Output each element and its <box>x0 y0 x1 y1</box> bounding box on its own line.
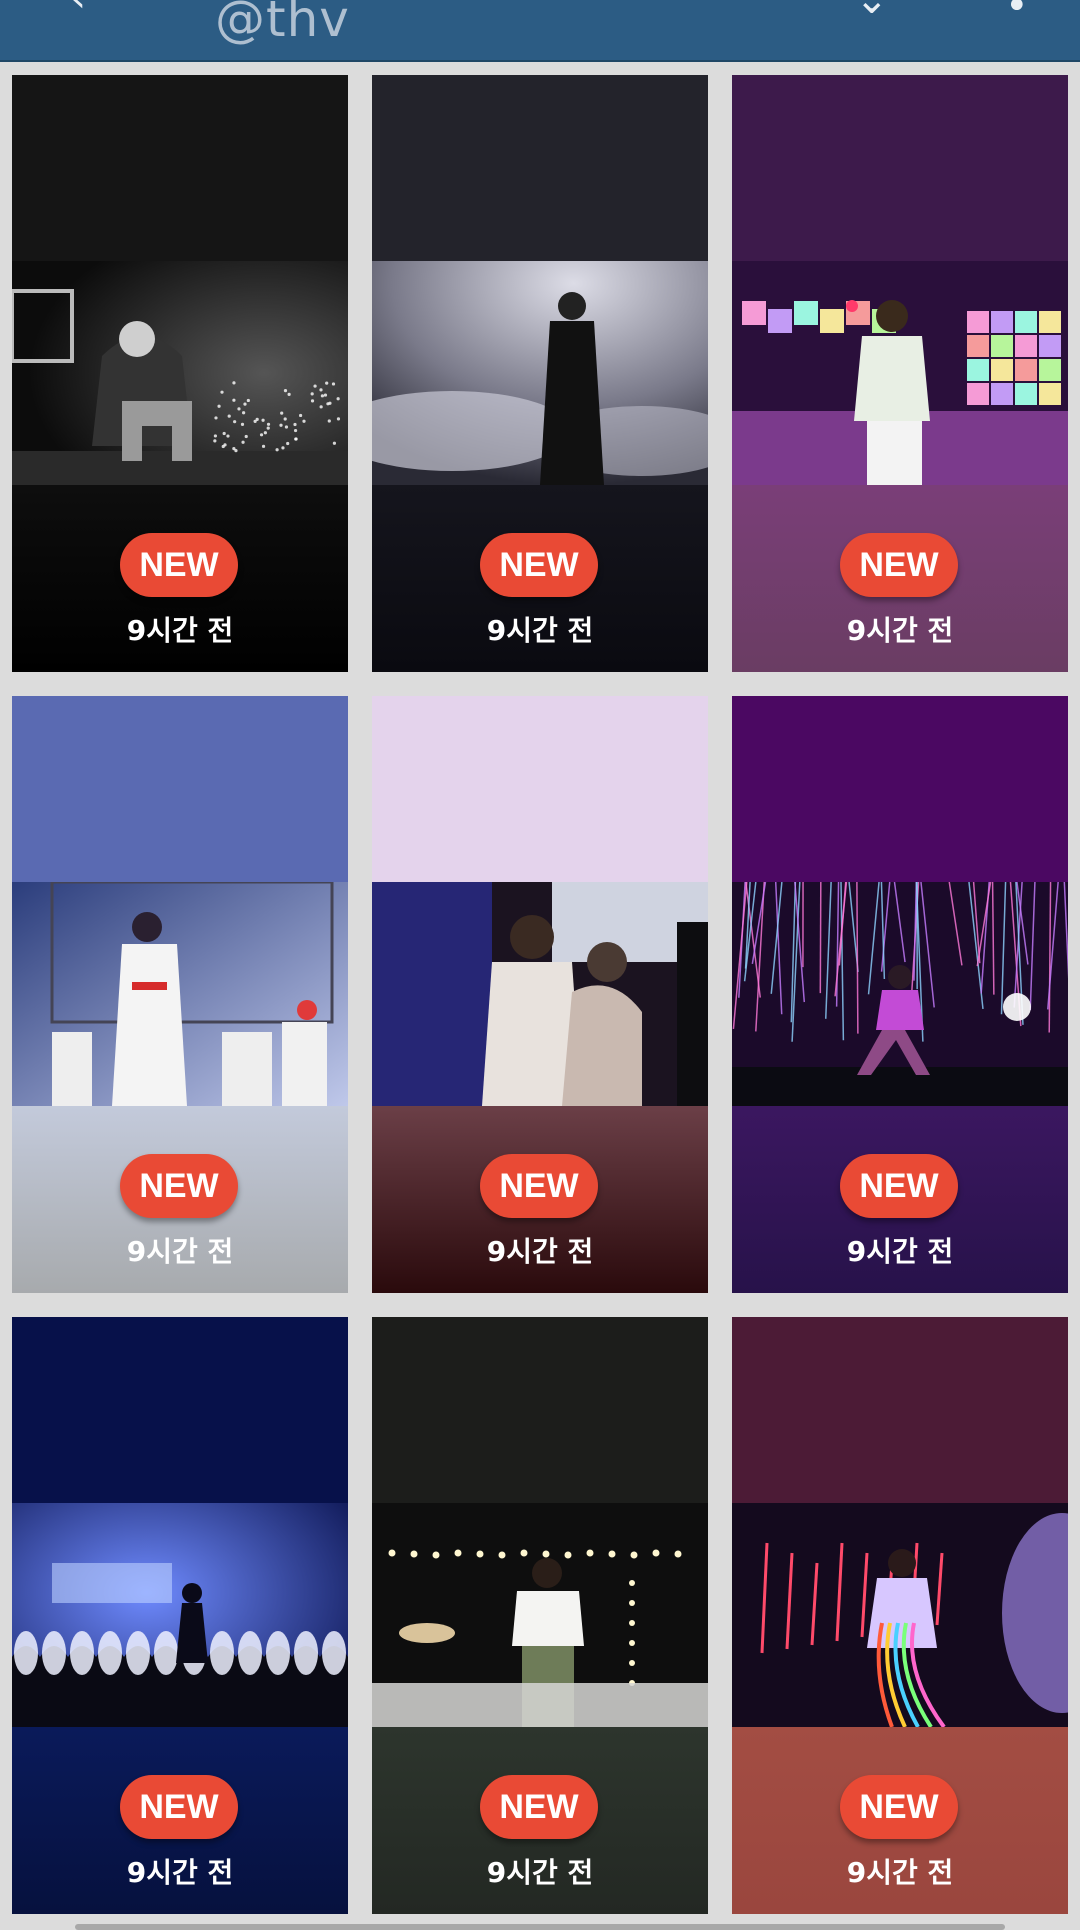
story-time-label: 9시간 전 <box>372 1230 708 1270</box>
story-tile[interactable]: NEW 9시간 전 <box>732 1317 1068 1914</box>
chevron-down-icon[interactable]: ⌄ <box>855 0 889 20</box>
profile-handle: @thv <box>215 0 350 48</box>
top-bar: ‹ @thv ⌄ • <box>0 0 1080 62</box>
story-photo <box>732 1503 1068 1727</box>
story-photo <box>732 261 1068 485</box>
story-photo <box>372 882 708 1106</box>
story-tile[interactable]: NEW 9시간 전 <box>12 696 348 1293</box>
story-tile[interactable]: NEW 9시간 전 <box>372 696 708 1293</box>
scrollbar[interactable] <box>75 1924 1005 1930</box>
tile-background-top <box>12 75 348 261</box>
story-tile[interactable]: NEW 9시간 전 <box>12 75 348 672</box>
story-photo <box>372 261 708 485</box>
new-badge: NEW <box>840 1154 958 1218</box>
story-time-label: 9시간 전 <box>372 1851 708 1891</box>
new-badge: NEW <box>120 1775 238 1839</box>
story-photo <box>12 261 348 485</box>
story-photo <box>372 1503 708 1727</box>
tile-background-top <box>372 696 708 882</box>
new-badge: NEW <box>840 533 958 597</box>
story-time-label: 9시간 전 <box>12 1851 348 1891</box>
tile-background-top <box>732 696 1068 882</box>
more-icon[interactable]: • <box>1005 0 1029 26</box>
tile-background-top <box>732 75 1068 261</box>
tile-background-top <box>732 1317 1068 1503</box>
tile-background-top <box>372 1317 708 1503</box>
story-time-label: 9시간 전 <box>12 1230 348 1270</box>
story-photo <box>12 1503 348 1727</box>
back-arrow-icon[interactable]: ‹ <box>70 0 86 18</box>
new-badge: NEW <box>120 1154 238 1218</box>
story-tile[interactable]: NEW 9시간 전 <box>372 1317 708 1914</box>
new-badge: NEW <box>480 1154 598 1218</box>
story-tile[interactable]: NEW 9시간 전 <box>372 75 708 672</box>
new-badge: NEW <box>480 533 598 597</box>
story-tile[interactable]: NEW 9시간 전 <box>732 75 1068 672</box>
new-badge: NEW <box>840 1775 958 1839</box>
story-time-label: 9시간 전 <box>732 1851 1068 1891</box>
tile-background-top <box>12 1317 348 1503</box>
new-badge: NEW <box>480 1775 598 1839</box>
story-time-label: 9시간 전 <box>732 1230 1068 1270</box>
story-photo <box>732 882 1068 1106</box>
new-badge: NEW <box>120 533 238 597</box>
story-time-label: 9시간 전 <box>372 609 708 649</box>
story-tile[interactable]: NEW 9시간 전 <box>732 696 1068 1293</box>
story-time-label: 9시간 전 <box>732 609 1068 649</box>
story-time-label: 9시간 전 <box>12 609 348 649</box>
tile-background-top <box>372 75 708 261</box>
story-photo <box>12 882 348 1106</box>
story-tile[interactable]: NEW 9시간 전 <box>12 1317 348 1914</box>
tile-background-top <box>12 696 348 882</box>
